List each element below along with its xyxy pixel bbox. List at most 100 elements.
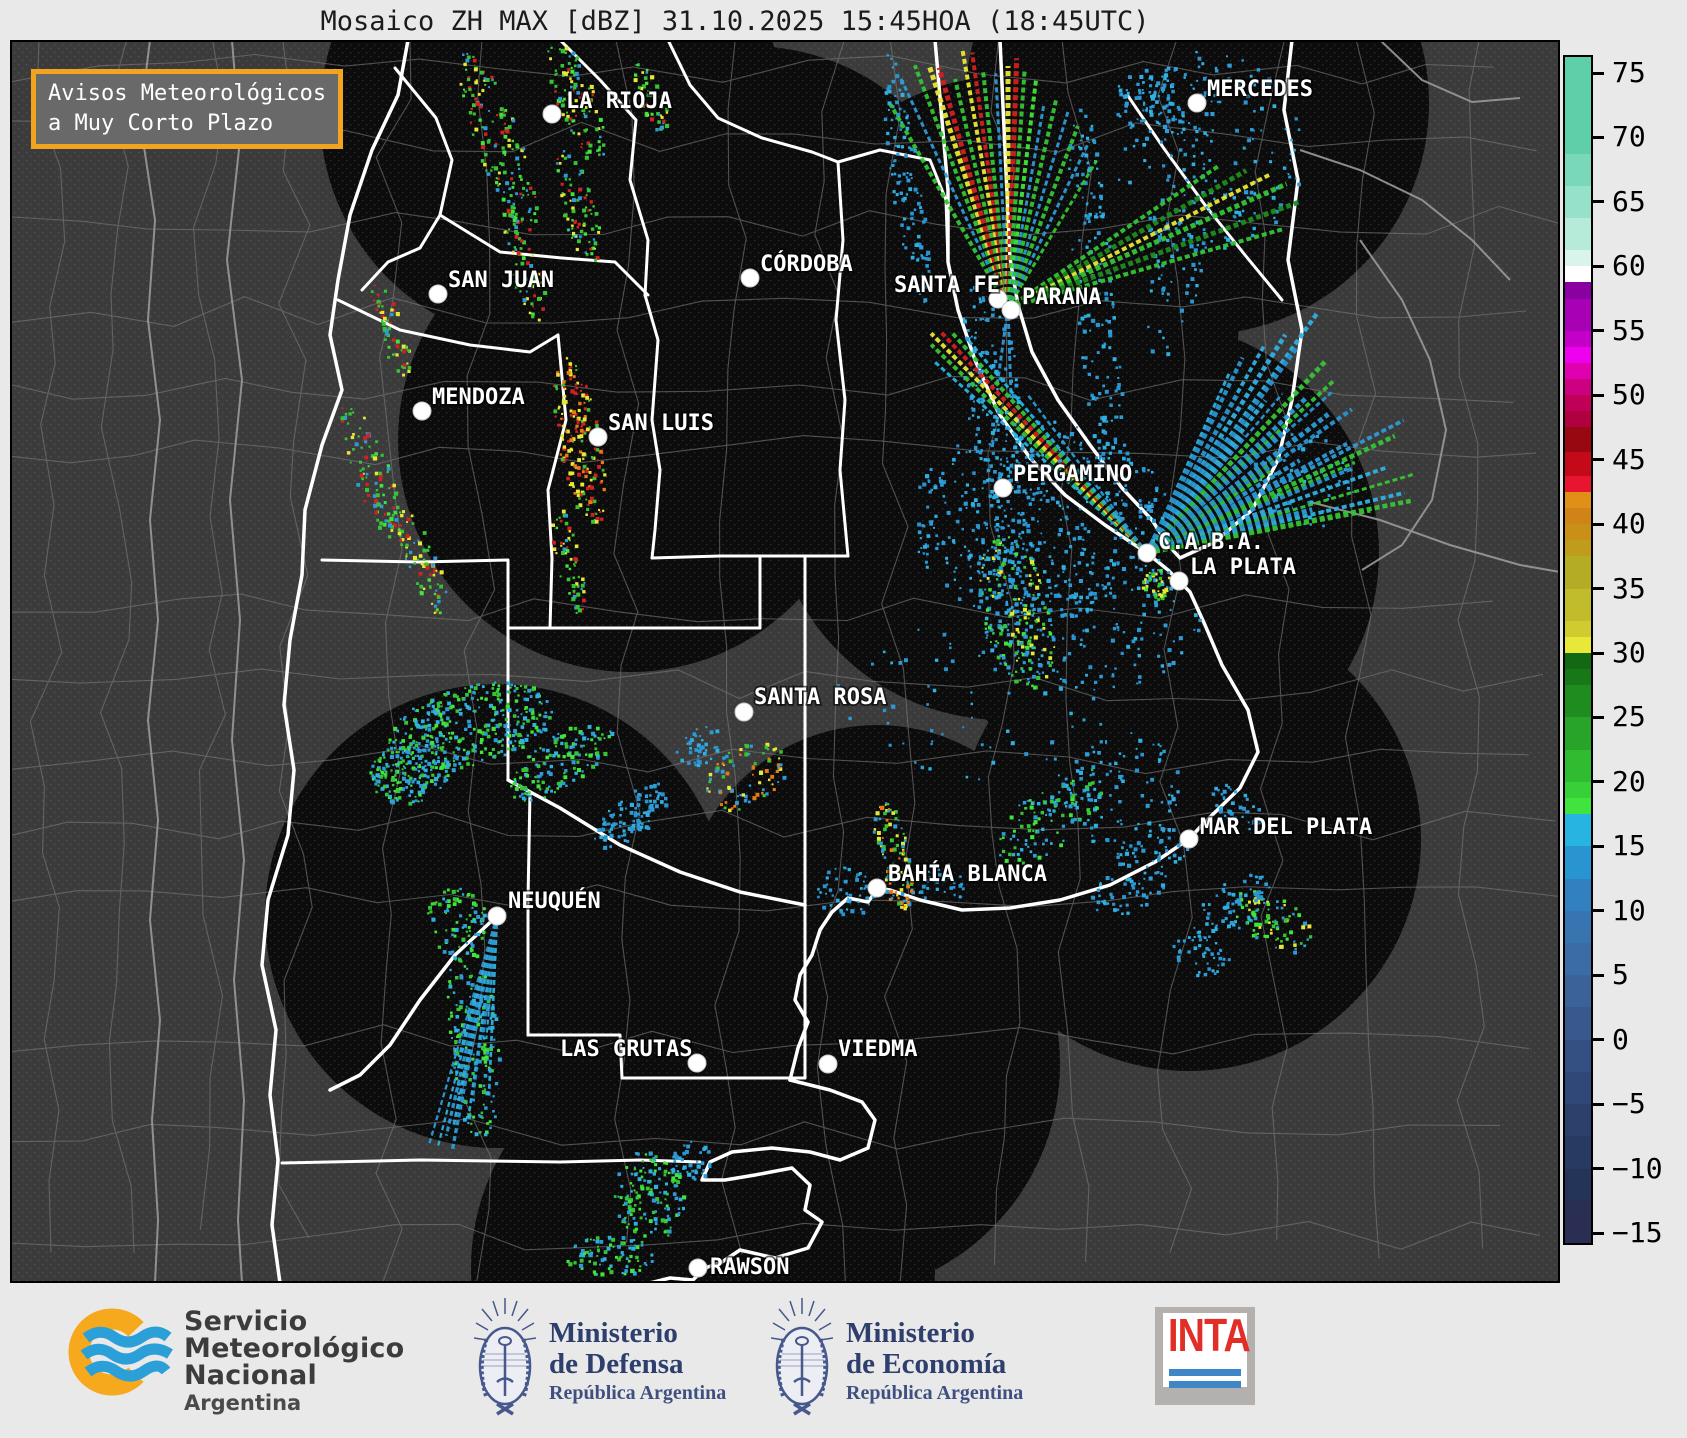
city-label: NEUQUÉN [508,888,601,914]
defensa-line3: República Argentina [549,1382,727,1404]
colorbar-tick [1593,264,1604,268]
colorbar-segment [1565,685,1591,718]
city-marker [1137,543,1157,563]
colorbar-tick-label: 60 [1612,249,1646,283]
colorbar-segment [1565,524,1591,541]
colorbar-segment [1565,556,1591,589]
city-label: BAHÍA BLANCA [888,861,1047,887]
city-marker [734,702,754,722]
city-label: SAN JUAN [448,268,554,293]
colorbar-segment [1565,717,1591,750]
city-label: VIEDMA [838,1037,917,1062]
colorbar-tick [1593,715,1604,719]
city-label: SAN LUIS [608,411,714,436]
colorbar-tick-label: −10 [1612,1151,1663,1185]
colorbar-tick [1593,393,1604,397]
colorbar-segment [1565,1200,1591,1243]
colorbar-segment [1565,451,1591,476]
city-marker [867,878,887,898]
colorbar-segment [1565,330,1591,347]
colorbar-tick [1593,200,1604,204]
colorbar-segment [1565,1168,1591,1201]
colorbar-tick [1593,973,1604,977]
colorbar-segment [1565,346,1591,363]
colorbar-segment [1565,540,1591,557]
colorbar-segment [1565,250,1591,267]
city-marker [993,478,1013,498]
colorbar-tick [1593,522,1604,526]
colorbar-segment [1565,1071,1591,1105]
short-term-warnings-banner: Avisos Meteorológicos a Muy Corto Plazo [31,69,344,149]
city-marker [1187,93,1207,113]
colorbar-segment [1565,185,1591,218]
colorbar-segment [1565,218,1591,251]
radar-map: LA RIOJA MERCEDES SAN JUAN CÓRDOBA SANTA FE P… [10,40,1560,1283]
city-marker [740,268,760,288]
smn-text-line4: Argentina [184,1391,302,1415]
smn-logo: Servicio Meteorológico Nacional Argentin… [66,1300,404,1415]
city-label: RAWSON [710,1255,789,1280]
defensa-line2: de Defensa [549,1348,684,1380]
ministry-economia-text: Ministerio de Economía República Argenti… [846,1318,1023,1420]
colorbar-tick-label: 5 [1612,958,1629,992]
colorbar-segment [1565,1039,1591,1072]
radar-mosaic-page: Mosaico ZH MAX [dBZ] 31.10.2025 15:45HOA… [0,0,1687,1438]
economia-line2: de Economía [846,1348,1007,1380]
city-marker [1001,300,1021,320]
city-marker [1179,829,1199,849]
colorbar-segment [1565,653,1591,670]
colorbar-segment [1565,57,1591,154]
colorbar-segment [1565,411,1591,428]
map-texture [10,40,1560,1283]
smn-text-line1: Servicio [184,1306,308,1337]
city-marker [487,906,507,926]
smn-logo-icon [68,1308,173,1396]
colorbar-segment [1565,266,1591,283]
colorbar-tick [1593,1038,1604,1042]
city-label: LAS GRUTAS [560,1037,692,1062]
city-marker [688,1258,708,1278]
colorbar-segment [1565,975,1591,1008]
economia-line3: República Argentina [846,1382,1024,1404]
colorbar-segment [1565,363,1591,380]
city-label: SANTA FE [894,273,1000,298]
colorbar-segment [1565,282,1591,299]
colorbar-tick-label: 15 [1612,829,1646,863]
colorbar-segment [1565,1007,1591,1040]
city-label: SANTA ROSA [754,685,886,710]
city-label: PERGAMINO [1013,462,1132,487]
coat-of-arms-icon [770,1298,834,1416]
colorbar-tick-label: 40 [1612,507,1646,541]
inta-logo-inner: INTA [1163,1309,1251,1388]
smn-logo-text: Servicio Meteorológico Nacional Argentin… [184,1308,404,1415]
city-marker [428,284,448,304]
colorbar-tick-label: 70 [1612,120,1646,154]
city-label: MERCEDES [1207,77,1313,102]
colorbar-tick [1593,651,1604,655]
colorbar-segment [1565,636,1591,653]
city-label: CÓRDOBA [760,251,853,277]
defensa-line1: Ministerio [549,1317,678,1349]
city-label: MAR DEL PLATA [1200,815,1372,840]
colorbar-segment [1565,508,1591,525]
colorbar-tick [1593,844,1604,848]
colorbar-segment [1565,1104,1591,1137]
colorbar-tick [1593,1102,1604,1106]
colorbar-tick-label: 45 [1612,442,1646,476]
colorbar-segment [1565,814,1591,847]
colorbar-segment [1565,878,1591,911]
colorbar-tick [1593,458,1604,462]
colorbar-tick-label: 0 [1612,1022,1629,1056]
ministry-economia-logo: Ministerio de Economía República Argenti… [770,1290,1023,1420]
footer: Servicio Meteorológico Nacional Argentin… [0,1283,1687,1438]
colorbar-segment [1565,588,1591,621]
city-label: MENDOZA [432,385,525,410]
inta-bar-icon [1169,1381,1241,1388]
colorbar-segment [1565,427,1591,452]
colorbar-tick [1593,587,1604,591]
colorbar-tick [1593,1167,1604,1171]
colorbar-segment [1565,910,1591,943]
colorbar-tick [1593,329,1604,333]
colorbar-tick-label: 35 [1612,571,1646,605]
colorbar-tick [1593,135,1604,139]
